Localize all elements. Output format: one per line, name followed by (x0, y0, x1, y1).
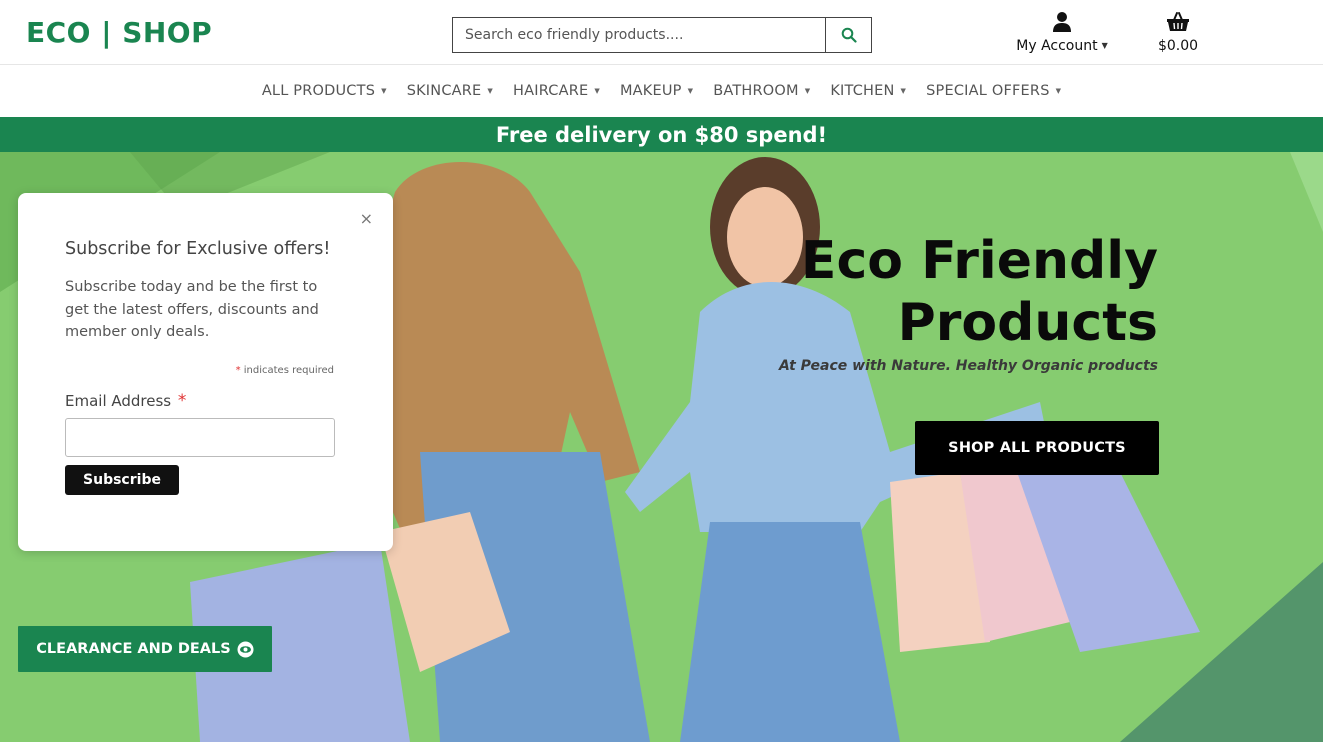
nav-item-label: MAKEUP (619, 83, 682, 99)
email-field[interactable] (65, 418, 335, 457)
subscribe-button[interactable]: Subscribe (65, 465, 179, 495)
nav-item-all-products[interactable]: ALL PRODUCTS ▼ (252, 83, 397, 99)
cart-total: $0.00 (1157, 38, 1199, 54)
hero-title-line1: Eco Friendly (800, 231, 1158, 291)
site-logo[interactable]: ECO | SHOP (26, 16, 212, 49)
search-button[interactable] (825, 18, 871, 52)
required-star: * (177, 391, 187, 411)
cart-button[interactable]: $0.00 (1150, 11, 1206, 54)
email-label-text: Email Address (65, 392, 172, 410)
caret-down-icon: ▼ (381, 87, 387, 95)
email-label: Email Address * (65, 391, 186, 411)
nav-item-bathroom[interactable]: BATHROOM ▼ (703, 83, 820, 99)
free-delivery-banner: Free delivery on $80 spend! (0, 117, 1323, 152)
nav-item-label: HAIRCARE (513, 83, 589, 99)
banner-text: Free delivery on $80 spend! (495, 122, 828, 147)
nav-item-kitchen[interactable]: KITCHEN ▼ (820, 83, 916, 99)
caret-down-icon: ▼ (1101, 41, 1108, 50)
nav-item-makeup[interactable]: MAKEUP ▼ (610, 83, 703, 99)
popup-description: Subscribe today and be the first to get … (65, 279, 319, 340)
nav-item-haircare[interactable]: HAIRCARE ▼ (503, 83, 610, 99)
eye-icon (237, 641, 254, 657)
site-header: ECO | SHOP My Account▼ $0.00 (0, 0, 1323, 65)
caret-down-icon: ▼ (594, 87, 600, 95)
nav-item-label: KITCHEN (830, 83, 895, 99)
shop-all-products-button[interactable]: SHOP ALL PRODUCTS (915, 421, 1159, 475)
hero-title: Eco Friendly Products (801, 230, 1158, 354)
required-note-text: indicates required (243, 365, 334, 376)
nav-item-skincare[interactable]: SKINCARE ▼ (397, 83, 503, 99)
user-icon (1053, 12, 1071, 32)
subscribe-popup: × Subscribe for Exclusive offers! Subscr… (18, 193, 393, 551)
caret-down-icon: ▼ (804, 87, 811, 95)
caret-down-icon: ▼ (900, 87, 907, 95)
nav-item-label: SKINCARE (406, 83, 482, 99)
account-label: My Account (1016, 38, 1098, 54)
basket-icon (1167, 12, 1189, 31)
required-star: * (235, 365, 241, 376)
hero-title-line2: Products (897, 293, 1158, 353)
caret-down-icon: ▼ (687, 87, 694, 95)
account-menu[interactable]: My Account ▼ (1006, 11, 1118, 54)
main-nav: ALL PRODUCTS ▼ SKINCARE ▼ HAIRCARE ▼ MAKEUP… (0, 65, 1323, 117)
nav-item-label: SPECIAL OFFERS (926, 83, 1050, 99)
clearance-button-label: CLEARANCE AND DEALS (36, 641, 231, 657)
shop-button-label: SHOP ALL PRODUCTS (948, 440, 1126, 456)
hero-subtitle: At Peace with Nature. Healthy Organic pr… (779, 358, 1158, 374)
clearance-deals-button[interactable]: CLEARANCE AND DEALS (18, 626, 272, 672)
search-input[interactable] (453, 18, 825, 52)
caret-down-icon: ▼ (1055, 87, 1062, 95)
caret-down-icon: ▼ (487, 87, 493, 95)
close-icon[interactable]: × (360, 211, 373, 227)
nav-item-label: BATHROOM (713, 83, 799, 99)
nav-item-label: ALL PRODUCTS (261, 83, 376, 99)
subscribe-button-label: Subscribe (83, 472, 161, 488)
search-bar (452, 17, 872, 53)
required-note: * indicates required (236, 365, 334, 376)
search-icon (841, 27, 857, 43)
popup-title: Subscribe for Exclusive offers! (65, 239, 331, 259)
nav-item-special-offers[interactable]: SPECIAL OFFERS ▼ (916, 83, 1071, 99)
